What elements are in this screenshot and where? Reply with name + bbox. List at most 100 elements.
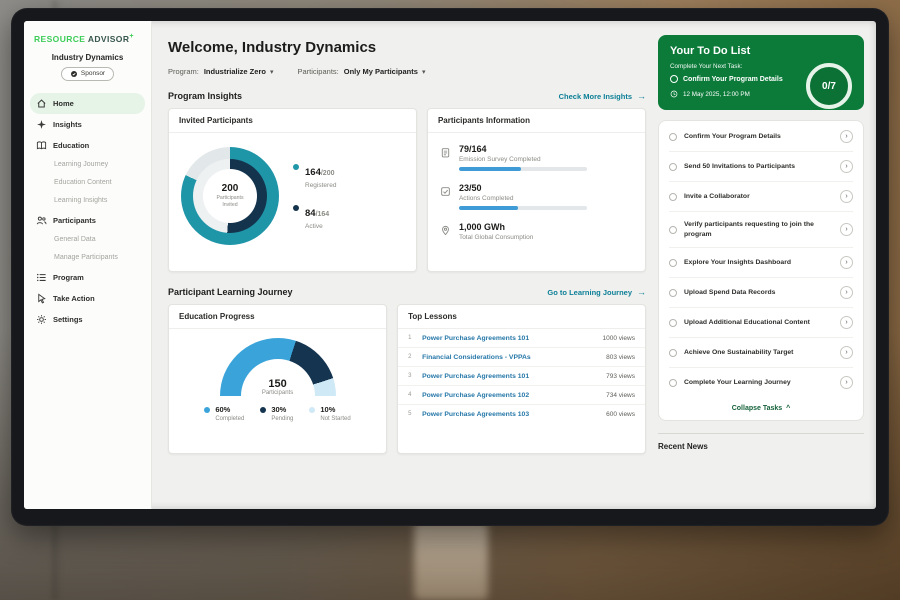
collapse-tasks-button[interactable]: Collapse Tasks ^ — [669, 397, 853, 417]
chevron-right-icon[interactable]: › — [840, 223, 853, 236]
education-card-title: Education Progress — [169, 305, 386, 329]
checkbox-icon[interactable] — [669, 226, 677, 234]
task-row[interactable]: Achieve One Sustainability Target › — [669, 338, 853, 368]
go-to-learning-journey-link[interactable]: Go to Learning Journey → — [547, 287, 646, 297]
chevron-right-icon[interactable]: › — [840, 316, 853, 329]
todo-progress-value: 0/7 — [822, 81, 836, 92]
checkbox-icon[interactable] — [669, 319, 677, 327]
sidebar-item-participants[interactable]: Participants — [30, 210, 145, 231]
checkbox-icon[interactable] — [669, 133, 677, 141]
sidebar-item-take-action[interactable]: Take Action — [30, 288, 145, 309]
checkbox-icon[interactable] — [669, 289, 677, 297]
checkbox-icon[interactable] — [669, 259, 677, 267]
lesson-title-link[interactable]: Power Purchase Agreements 103 — [422, 411, 598, 418]
take-action-cursor-icon — [36, 293, 47, 304]
task-label: Confirm Your Program Details — [684, 132, 833, 142]
clipboard-icon — [440, 145, 451, 156]
lesson-rank: 5 — [408, 411, 414, 417]
legend-label: Pending — [271, 416, 293, 422]
lesson-row[interactable]: 4 Power Purchase Agreements 102 734 view… — [398, 386, 645, 405]
chevron-right-icon[interactable]: › — [840, 256, 853, 269]
participants-filter[interactable]: Participants: Only My Participants ▾ — [297, 67, 425, 76]
chevron-right-icon[interactable]: › — [840, 160, 853, 173]
program-filter[interactable]: Program: Industrialize Zero ▾ — [168, 67, 273, 76]
task-label: Achieve One Sustainability Target — [684, 348, 833, 358]
legend-dot — [260, 407, 266, 413]
info-value: 1,000 GWh — [459, 222, 533, 232]
participants-icon — [36, 215, 47, 226]
legend-not-started: 10% Not Started — [309, 405, 350, 422]
chevron-right-icon[interactable]: › — [840, 346, 853, 359]
info-card-title: Participants Information — [428, 109, 645, 133]
lesson-row[interactable]: 3 Power Purchase Agreements 101 793 view… — [398, 367, 645, 386]
checkbox-icon[interactable] — [669, 193, 677, 201]
sidebar-item-label: Home — [53, 99, 74, 108]
chevron-right-icon[interactable]: › — [840, 190, 853, 203]
chevron-right-icon[interactable]: › — [840, 376, 853, 389]
lesson-title-link[interactable]: Power Purchase Agreements 101 — [422, 373, 598, 380]
sidebar-item-general-data[interactable]: General Data — [24, 231, 151, 249]
legend-label: Completed — [215, 416, 244, 422]
checkbox-icon[interactable] — [669, 163, 677, 171]
todo-progress-ring: 0/7 — [806, 63, 852, 109]
todo-title: Your To Do List — [670, 45, 852, 57]
legend-pending: 30% Pending — [260, 405, 293, 422]
logo-primary: RESOURCE — [34, 34, 85, 44]
check-more-insights-link[interactable]: Check More Insights → — [559, 91, 646, 101]
lesson-rank: 3 — [408, 373, 414, 379]
sidebar-item-label: Take Action — [53, 294, 95, 303]
checkbox-icon[interactable] — [670, 75, 678, 83]
info-row-actions: 23/50 Actions Completed — [440, 183, 633, 210]
recent-news-title: Recent News — [658, 433, 864, 451]
check-more-insights-label: Check More Insights — [559, 92, 632, 101]
sidebar-item-learning-insights[interactable]: Learning Insights — [24, 192, 151, 210]
sponsor-badge[interactable]: Sponsor — [61, 67, 114, 81]
lesson-title-link[interactable]: Power Purchase Agreements 102 — [422, 392, 598, 399]
lesson-views: 803 views — [606, 354, 635, 361]
todo-panel: Your To Do List Complete Your Next Task:… — [658, 21, 876, 509]
sidebar-item-program[interactable]: Program — [30, 267, 145, 288]
task-row[interactable]: Verify participants requesting to join t… — [669, 212, 853, 248]
task-row[interactable]: Complete Your Learning Journey › — [669, 368, 853, 397]
program-list-icon — [36, 272, 47, 283]
logo-plus: + — [129, 33, 134, 40]
sidebar-item-education-content[interactable]: Education Content — [24, 174, 151, 192]
donut-center-label: Participants Invited — [210, 195, 250, 209]
task-row[interactable]: Explore Your Insights Dashboard › — [669, 248, 853, 278]
legend-value: 10% — [320, 405, 350, 414]
sidebar-item-learning-journey[interactable]: Learning Journey — [24, 156, 151, 174]
task-row[interactable]: Upload Additional Educational Content › — [669, 308, 853, 338]
lesson-title-link[interactable]: Power Purchase Agreements 101 — [422, 335, 594, 342]
donut-center-value: 200 — [210, 183, 250, 194]
logo-secondary: ADVISOR — [88, 34, 130, 44]
progress-track — [459, 206, 587, 210]
chevron-right-icon[interactable]: › — [840, 130, 853, 143]
info-label: Actions Completed — [459, 195, 587, 202]
tasks-list-card: Confirm Your Program Details › Send 50 I… — [658, 120, 864, 421]
lesson-rank: 4 — [408, 392, 414, 398]
task-label: Send 50 Invitations to Participants — [684, 162, 833, 172]
monitor-bezel: RESOURCE ADVISOR+ Industry Dynamics Spon… — [11, 8, 889, 526]
invited-participants-card: Invited Participants 200 Participants In… — [168, 108, 417, 272]
task-row[interactable]: Confirm Your Program Details › — [669, 122, 853, 152]
sidebar-item-education[interactable]: Education — [30, 135, 145, 156]
lesson-rank: 2 — [408, 354, 414, 360]
main-content: Welcome, Industry Dynamics Program: Indu… — [152, 21, 658, 509]
sidebar-item-insights[interactable]: Insights — [30, 114, 145, 135]
lesson-row[interactable]: 1 Power Purchase Agreements 101 1000 vie… — [398, 329, 645, 348]
checkbox-icon[interactable] — [669, 379, 677, 387]
chevron-right-icon[interactable]: › — [840, 286, 853, 299]
info-value: 79/164 — [459, 144, 587, 154]
lesson-title-link[interactable]: Financial Considerations - VPPAs — [422, 354, 598, 361]
lesson-row[interactable]: 2 Financial Considerations - VPPAs 803 v… — [398, 348, 645, 367]
org-name: Industry Dynamics — [24, 53, 151, 62]
lesson-row[interactable]: 5 Power Purchase Agreements 103 600 view… — [398, 405, 645, 423]
task-row[interactable]: Invite a Collaborator › — [669, 182, 853, 212]
sidebar-item-settings[interactable]: Settings — [30, 309, 145, 330]
task-row[interactable]: Upload Spend Data Records › — [669, 278, 853, 308]
sidebar-item-manage-participants[interactable]: Manage Participants — [24, 249, 151, 267]
task-row[interactable]: Send 50 Invitations to Participants › — [669, 152, 853, 182]
checkbox-icon[interactable] — [669, 349, 677, 357]
legend-label: Registered — [305, 182, 336, 189]
sidebar-item-home[interactable]: Home — [30, 93, 145, 114]
